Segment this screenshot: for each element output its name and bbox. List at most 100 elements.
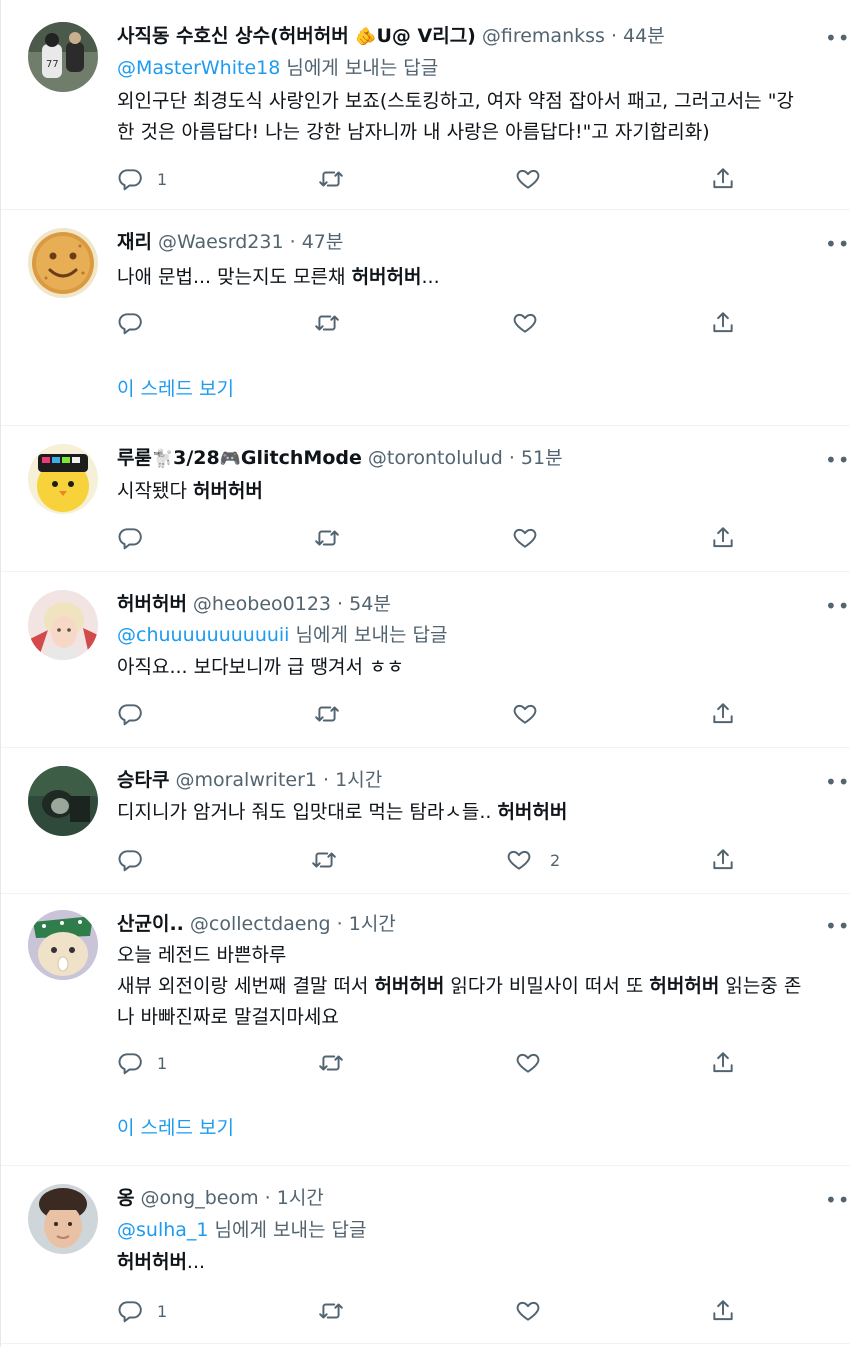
retweet-icon <box>312 852 336 868</box>
more-icon[interactable]: ••• <box>825 596 850 616</box>
like-button[interactable] <box>512 308 538 338</box>
retweet-button[interactable] <box>314 308 340 338</box>
display-name[interactable]: 승타쿠 <box>117 769 169 791</box>
like-button[interactable] <box>515 1296 541 1326</box>
retweet-button[interactable] <box>318 1296 344 1326</box>
display-name[interactable]: 루룯🐩3/28🎮GlitchMode <box>117 447 362 469</box>
show-thread-link[interactable]: 이 스레드 보기 <box>117 1114 234 1142</box>
retweet-button[interactable] <box>314 699 340 729</box>
hashtag-keyword: 허버허버 <box>497 801 568 823</box>
tweet[interactable]: 승타쿠@moralwriter1 · 1시간 ••• 디지니가 암거나 줘도 입… <box>1 748 850 894</box>
avatar[interactable] <box>28 1184 98 1254</box>
share-button[interactable] <box>710 523 736 553</box>
avatar-image <box>28 910 98 980</box>
handle[interactable]: @heobeo0123 <box>193 593 331 615</box>
reply-button[interactable] <box>117 845 143 875</box>
share-button[interactable] <box>710 1296 736 1326</box>
like-button[interactable] <box>512 523 538 553</box>
avatar-image <box>28 590 98 660</box>
retweet-button[interactable] <box>318 1048 344 1078</box>
tweet-header: 옹 @ong_beom · 1시간 <box>117 1187 324 1209</box>
like-button[interactable] <box>515 1048 541 1078</box>
display-name[interactable]: 사직동 수호신 상수(허버허버 🫵U@ V리그) <box>117 25 476 47</box>
handle[interactable]: @firemankss <box>482 25 605 47</box>
avatar-image <box>28 766 98 836</box>
share-button[interactable] <box>710 1048 736 1078</box>
like-button[interactable] <box>515 164 541 194</box>
more-icon[interactable]: ••• <box>825 234 850 254</box>
reply-button[interactable]: 1 <box>117 1048 167 1078</box>
reply-context: @MasterWhite18 님에게 보내는 답글 <box>117 57 439 79</box>
tweet-text: 새뷰 외전이랑 세번째 결말 떠서 허버허버 읽다가 비밀사이 떠서 또 허버허… <box>117 975 802 997</box>
tweet[interactable]: 옹@ong_beom · 1시간 ••• @sulha_1 님에게 보내는 답글… <box>1 1166 850 1344</box>
tweet[interactable]: 산균이..@collectdaeng · 1시간 ••• 오늘 레전드 바쁜하루… <box>1 894 850 1166</box>
share-button[interactable] <box>710 164 736 194</box>
avatar[interactable] <box>28 590 98 660</box>
reply-icon <box>118 850 142 872</box>
timestamp[interactable]: 47분 <box>302 231 344 253</box>
handle[interactable]: @Waesrd231 <box>158 231 284 253</box>
display-name[interactable]: 옹 <box>117 1187 134 1209</box>
reply-button[interactable] <box>117 308 143 338</box>
handle[interactable]: @torontolulud <box>368 447 503 469</box>
display-name[interactable]: 산균이.. <box>117 913 184 935</box>
share-button[interactable] <box>710 845 736 875</box>
avatar[interactable] <box>28 444 98 514</box>
like-count: 2 <box>550 850 561 870</box>
avatar[interactable] <box>28 910 98 980</box>
like-icon <box>516 1301 540 1321</box>
display-name[interactable]: 허버허버 <box>117 593 187 615</box>
tweet-header: 재리 @Waesrd231 · 47분 <box>117 231 344 253</box>
share-icon <box>713 1052 733 1073</box>
timestamp[interactable]: 54분 <box>349 593 391 615</box>
reply-button[interactable] <box>117 699 143 729</box>
show-thread-link[interactable]: 이 스레드 보기 <box>117 375 234 403</box>
more-icon[interactable]: ••• <box>825 450 850 470</box>
reply-mention-link[interactable]: @MasterWhite18 <box>117 57 280 79</box>
tweet-text: 허버허버... <box>117 1251 206 1273</box>
avatar[interactable]: 77 <box>28 22 98 92</box>
tweet-header: 산균이.. @collectdaeng · 1시간 <box>117 913 396 935</box>
avatar[interactable] <box>28 228 98 298</box>
share-button[interactable] <box>710 308 736 338</box>
tweet-actions <box>117 523 737 553</box>
reply-count: 1 <box>157 169 168 189</box>
timestamp[interactable]: 51분 <box>521 447 563 469</box>
handle[interactable]: @ong_beom <box>140 1187 258 1209</box>
tweet[interactable]: 루룯🐩3/28🎮GlitchMode @torontolulud · 51분 ••… <box>1 426 850 572</box>
reply-context: @chuuuuuuuuuuii 님에게 보내는 답글 <box>117 624 448 646</box>
reply-icon <box>118 1053 142 1075</box>
handle[interactable]: @moralwriter1 <box>175 769 317 791</box>
tweet-text: 아직요... 보다보니까 급 땡겨서 ㅎㅎ <box>117 656 404 678</box>
tweet[interactable]: 재리@Waesrd231 · 47분 ••• 나애 문법... 맞는지도 모른채… <box>1 210 850 426</box>
tweet[interactable]: 허버허버@heobeo0123 · 54분 ••• @chuuuuuuuuuui… <box>1 572 850 748</box>
display-name[interactable]: 재리 <box>117 231 152 253</box>
tweet[interactable]: 77 사직동 수호신 상수(허버허버 🫵U@ V리그) @firemankss ·… <box>1 0 850 210</box>
more-icon[interactable]: ••• <box>825 916 850 936</box>
timestamp[interactable]: 44분 <box>623 25 665 47</box>
tweet-text: 오늘 레전드 바쁜하루 <box>117 944 287 966</box>
share-button[interactable] <box>710 699 736 729</box>
avatar[interactable] <box>28 766 98 836</box>
reply-button[interactable] <box>117 523 143 553</box>
pointing-emoji-icon: 🫵 <box>355 27 377 47</box>
share-icon <box>713 312 733 333</box>
more-icon[interactable]: ••• <box>825 772 850 792</box>
more-icon[interactable]: ••• <box>825 28 850 48</box>
timestamp[interactable]: 1시간 <box>277 1187 324 1209</box>
tweet-header: 승타쿠 @moralwriter1 · 1시간 <box>117 769 383 791</box>
like-icon <box>513 704 537 724</box>
more-icon[interactable]: ••• <box>825 1190 850 1210</box>
like-button[interactable]: 2 <box>506 845 560 875</box>
reply-button[interactable]: 1 <box>117 1296 167 1326</box>
timestamp[interactable]: 1시간 <box>349 913 396 935</box>
handle[interactable]: @collectdaeng <box>190 913 331 935</box>
retweet-button[interactable] <box>311 845 337 875</box>
timestamp[interactable]: 1시간 <box>335 769 382 791</box>
reply-button[interactable]: 1 <box>117 164 167 194</box>
reply-mention-link[interactable]: @sulha_1 <box>117 1219 209 1241</box>
like-button[interactable] <box>512 699 538 729</box>
retweet-button[interactable] <box>318 164 344 194</box>
reply-mention-link[interactable]: @chuuuuuuuuuuii <box>117 624 289 646</box>
retweet-button[interactable] <box>314 523 340 553</box>
